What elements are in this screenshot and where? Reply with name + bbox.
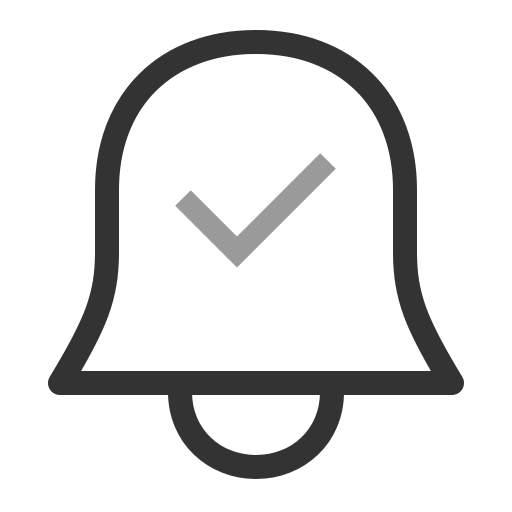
bell-outline-icon [48,30,464,395]
bell-check-icon [48,30,464,480]
icon-canvas [0,0,512,512]
bell-clapper-icon [168,391,344,480]
check-mark-icon [175,153,336,268]
